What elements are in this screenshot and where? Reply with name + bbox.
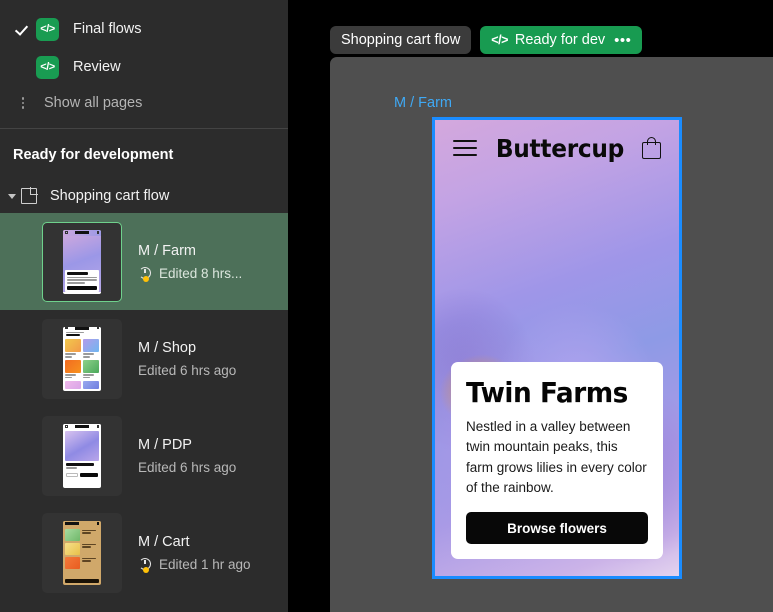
list-item-title: M / Farm xyxy=(138,242,196,259)
list-item-title: M / PDP xyxy=(138,436,192,453)
more-options-icon[interactable]: ••• xyxy=(614,33,631,48)
flow-name-pill[interactable]: Shopping cart flow xyxy=(330,26,472,54)
thumbnail-preview xyxy=(42,318,122,399)
code-badge-icon: </> xyxy=(36,55,59,79)
list-item[interactable]: M / PDP Edited 6 hrs ago xyxy=(0,407,288,504)
thumbnail-art xyxy=(63,423,101,488)
canvas-toolbar: Shopping cart flow </> Ready for dev ••• xyxy=(330,26,643,54)
show-all-pages-row[interactable]: Show all pages xyxy=(0,86,288,120)
chevron-down-icon[interactable] xyxy=(3,194,21,199)
design-canvas[interactable]: M / Farm Buttercup Twin Farms Nestled in… xyxy=(330,57,773,612)
list-item-text: M / Farm Edited 8 hrs... xyxy=(138,242,243,282)
section-title-ready-for-development: Ready for development xyxy=(0,129,288,179)
sidebar-page-final-flows[interactable]: </> Final flows xyxy=(0,10,288,48)
list-item-text: M / Shop Edited 6 hrs ago xyxy=(138,340,236,378)
history-clock-icon xyxy=(138,266,153,282)
shopping-bag-icon[interactable] xyxy=(641,137,661,159)
browse-flowers-button[interactable]: Browse flowers xyxy=(466,512,648,544)
list-item-text: M / Cart Edited 1 hr ago xyxy=(138,533,251,573)
ready-for-dev-label: Ready for dev xyxy=(514,32,606,48)
thumbnail-art xyxy=(63,326,101,391)
list-item-edited: Edited 6 hrs ago xyxy=(138,460,236,475)
list-item-text: M / PDP Edited 6 hrs ago xyxy=(138,437,236,475)
list-item-edited: Edited 6 hrs ago xyxy=(138,363,236,378)
left-sidebar: </> Final flows </> Review Show all page… xyxy=(0,0,288,612)
sidebar-page-label: Final flows xyxy=(73,21,142,37)
sidebar-page-review[interactable]: </> Review xyxy=(0,48,288,86)
info-card: Twin Farms Nestled in a valley between t… xyxy=(451,361,663,559)
history-clock-icon xyxy=(138,557,153,573)
list-item[interactable]: M / Shop Edited 6 hrs ago xyxy=(0,310,288,407)
list-item-edited: Edited 8 hrs... xyxy=(138,265,243,282)
code-glyph-icon: </> xyxy=(491,33,508,47)
list-item-edited-label: Edited 6 hrs ago xyxy=(138,362,237,378)
sidebar-page-label: Review xyxy=(73,59,121,75)
thumbnail-art xyxy=(63,520,101,585)
list-item[interactable]: M / Farm Edited 8 hrs... xyxy=(0,213,288,310)
phone-frame[interactable]: Buttercup Twin Farms Nestled in a valley… xyxy=(432,117,682,579)
card-body-text: Nestled in a valley between twin mountai… xyxy=(466,419,647,495)
group-row-shopping-cart-flow[interactable]: Shopping cart flow xyxy=(0,179,288,213)
thumbnail-preview xyxy=(42,221,122,302)
code-badge-icon: </> xyxy=(36,17,59,41)
list-item[interactable]: M / Cart Edited 1 hr ago xyxy=(0,504,288,601)
hamburger-icon[interactable] xyxy=(453,140,477,156)
checkmark-icon xyxy=(16,22,30,36)
list-item-edited: Edited 1 hr ago xyxy=(138,556,251,573)
frame-icon xyxy=(21,187,38,204)
list-item-title: M / Shop xyxy=(138,339,197,356)
phone-topbar: Buttercup xyxy=(435,120,679,176)
app-root: </> Final flows </> Review Show all page… xyxy=(0,0,773,612)
brand-title: Buttercup xyxy=(495,133,624,163)
list-item-title: M / Cart xyxy=(138,533,190,550)
list-item-edited-label: Edited 6 hrs ago xyxy=(138,459,237,475)
list-item-edited-label: Edited 1 hr ago xyxy=(159,556,251,572)
kebab-menu-icon[interactable] xyxy=(10,97,36,109)
page-checked-indicator xyxy=(10,22,36,36)
show-all-pages-label: Show all pages xyxy=(44,95,143,111)
thumbnail-art xyxy=(63,229,101,294)
main-panel: Shopping cart flow </> Ready for dev •••… xyxy=(288,0,773,612)
list-item-edited-label: Edited 8 hrs... xyxy=(159,265,243,281)
frame-label[interactable]: M / Farm xyxy=(394,95,452,111)
group-label: Shopping cart flow xyxy=(50,188,170,204)
ready-for-dev-pill[interactable]: </> Ready for dev ••• xyxy=(480,26,643,54)
thumbnail-preview xyxy=(42,512,122,593)
pages-section: </> Final flows </> Review Show all page… xyxy=(0,0,288,129)
card-title: Twin Farms xyxy=(466,375,628,409)
thumbnail-preview xyxy=(42,415,122,496)
